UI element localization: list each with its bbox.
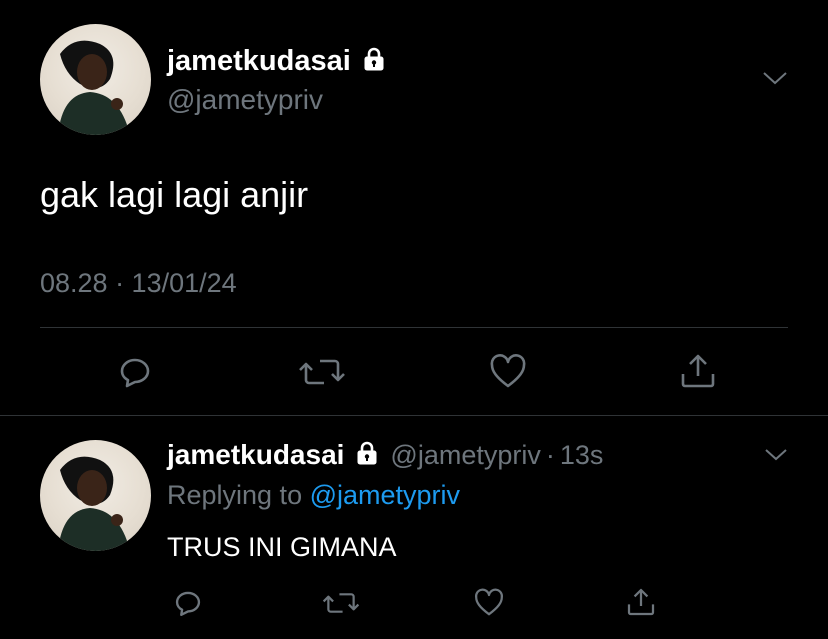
separator-dot: · <box>545 439 555 470</box>
display-name[interactable]: jametkudasai <box>167 45 351 78</box>
reply-icon[interactable] <box>116 353 154 391</box>
chevron-down-icon[interactable] <box>762 446 790 464</box>
divider <box>40 327 788 328</box>
replying-handle-link[interactable]: @jametypriv <box>310 480 460 510</box>
avatar[interactable] <box>40 440 151 551</box>
display-name[interactable]: jametkudasai <box>167 439 344 471</box>
retweet-icon[interactable] <box>298 353 346 391</box>
lock-icon <box>361 46 387 77</box>
replying-prefix: Replying to <box>167 480 303 510</box>
share-icon[interactable] <box>625 586 657 618</box>
heart-icon[interactable] <box>473 587 505 619</box>
share-icon[interactable] <box>678 351 718 391</box>
reply-text: TRUS INI GIMANA <box>167 532 397 562</box>
tweet-timestamp[interactable]: 08.28 · 13/01/24 <box>40 268 237 299</box>
reply-header: jametkudasai @jametypriv · 13s <box>167 438 603 472</box>
reply-icon[interactable] <box>172 587 204 619</box>
main-tweet: jametkudasai @jametypriv gak lagi lagi a… <box>0 0 828 415</box>
reply-tweet[interactable]: jametkudasai @jametypriv · 13s Replying … <box>0 416 828 639</box>
tweet-text: gak lagi lagi anjir <box>40 174 309 215</box>
handle[interactable]: @jametypriv <box>167 84 323 116</box>
replying-to: Replying to @jametypriv <box>167 480 460 511</box>
lock-icon <box>354 440 380 471</box>
avatar[interactable] <box>40 24 151 135</box>
heart-icon[interactable] <box>488 353 528 391</box>
reply-time[interactable]: 13s <box>560 440 604 471</box>
handle[interactable]: @jametypriv <box>390 440 540 471</box>
author-name-row: jametkudasai <box>167 44 387 78</box>
retweet-icon[interactable] <box>322 588 360 618</box>
chevron-down-icon[interactable] <box>760 68 790 88</box>
